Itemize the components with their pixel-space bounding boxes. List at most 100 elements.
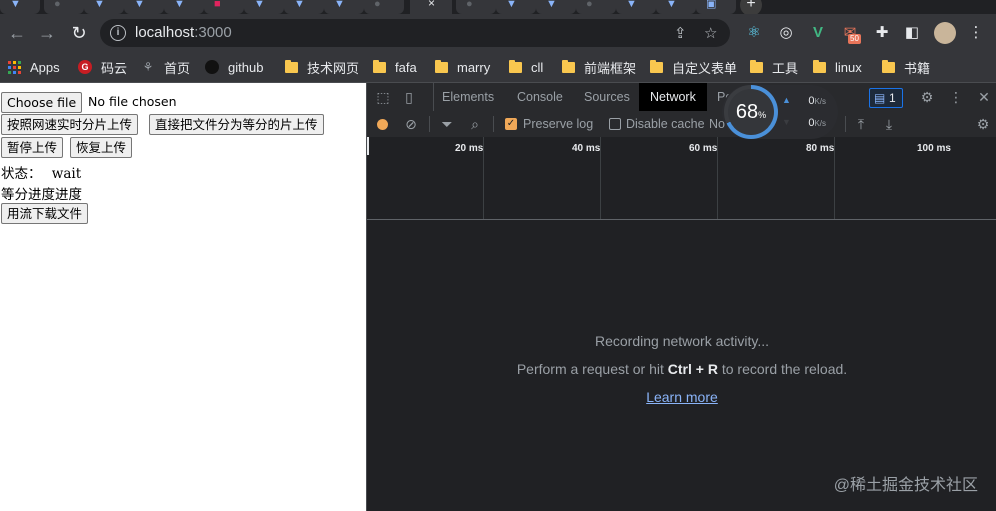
bookmark-star-icon[interactable]: ☆	[704, 24, 717, 42]
forward-arrow-icon[interactable]: →	[34, 20, 60, 46]
network-settings-gear-icon[interactable]: ⚙	[975, 116, 991, 132]
choose-file-button[interactable]: Choose file	[1, 92, 83, 113]
url-text[interactable]: localhost:3000	[135, 24, 232, 41]
close-devtools-icon[interactable]: ✕	[976, 89, 992, 105]
more-options-icon[interactable]: ⋮	[948, 89, 964, 105]
url-port: :3000	[194, 24, 232, 41]
timeline-cursor	[367, 137, 369, 155]
bookmark-folder[interactable]: 书籍	[882, 58, 930, 76]
network-timeline-overview: 20 ms 40 ms 60 ms 80 ms 100 ms	[367, 137, 996, 220]
browser-tab[interactable]: ▼	[84, 0, 124, 14]
bookmark-home[interactable]: ⚘ 首页	[141, 58, 190, 76]
browser-tab[interactable]: ●	[44, 0, 84, 14]
tab-elements[interactable]: Elements	[433, 83, 502, 111]
pause-upload-button[interactable]: 暂停上传	[1, 137, 64, 158]
record-icon[interactable]	[377, 119, 388, 130]
address-bar[interactable]: i localhost:3000 ⇪ ☆	[100, 19, 730, 47]
browser-tab[interactable]: ▼	[124, 0, 164, 14]
download-arrow-icon: ▼	[782, 117, 791, 127]
reload-icon[interactable]: ↻	[66, 20, 92, 46]
browser-tab[interactable]: ▼	[616, 0, 656, 14]
inspect-element-icon[interactable]: ⬚	[375, 89, 391, 105]
search-icon[interactable]: ⌕	[467, 116, 483, 132]
bookmark-apps[interactable]: Apps	[8, 58, 60, 76]
clear-icon[interactable]: ⊘	[403, 116, 419, 132]
browser-tab[interactable]: ■	[204, 0, 244, 14]
import-har-icon[interactable]: ⤒	[853, 116, 869, 132]
browser-tab[interactable]: ▼	[164, 0, 204, 14]
bookmark-folder[interactable]: fafa	[373, 58, 417, 76]
issues-badge[interactable]: ▤ 1	[869, 88, 903, 108]
vue-icon: ▼	[294, 0, 305, 10]
export-har-icon[interactable]: ⤓	[881, 116, 897, 132]
preserve-log-checkbox[interactable]: ✓	[505, 118, 517, 130]
bookmark-folder[interactable]: 自定义表单	[650, 58, 737, 76]
extensions-puzzle-icon[interactable]: ✚	[872, 23, 892, 43]
issues-count: 1	[889, 91, 896, 105]
browser-tab[interactable]: ▼	[0, 0, 40, 14]
tab-network[interactable]: Network	[639, 83, 707, 111]
new-tab-button[interactable]: +	[740, 0, 762, 14]
settings-gear-icon[interactable]: ⚙	[919, 89, 935, 105]
browser-menu-icon[interactable]: ⋮	[966, 23, 986, 43]
vue-icon: ▼	[546, 0, 557, 10]
tab-favicon-icon: ●	[586, 0, 593, 10]
vue-icon: ▼	[10, 0, 21, 10]
browser-tab[interactable]: ▼	[496, 0, 536, 14]
mail-extension-icon[interactable]: ✉ 50	[840, 23, 861, 44]
browser-tab[interactable]: ●	[456, 0, 496, 14]
gitee-icon: G	[78, 60, 92, 74]
network-speed-widget[interactable]: 68% ▲ 0K/s ▼ 0K/s	[722, 85, 838, 139]
browser-tab[interactable]: ▣	[696, 0, 736, 14]
disable-cache-checkbox[interactable]	[609, 118, 621, 130]
folder-icon	[750, 59, 763, 73]
upload-equal-chunks-button[interactable]: 直接把文件分为等分的片上传	[149, 114, 324, 135]
learn-more-link[interactable]: Learn more	[646, 389, 718, 405]
filter-funnel-icon[interactable]: ⏷	[439, 116, 455, 132]
reload-hint-suffix: to record the reload.	[717, 361, 848, 377]
bookmark-folder[interactable]: 技术网页	[285, 58, 359, 76]
profile-avatar[interactable]	[934, 22, 956, 44]
browser-tab[interactable]: ▼	[324, 0, 364, 14]
close-tab-icon[interactable]: ×	[428, 0, 435, 10]
device-toolbar-icon[interactable]: ▯	[401, 89, 417, 105]
upload-by-network-speed-button[interactable]: 按照网速实时分片上传	[1, 114, 139, 135]
tab-sources[interactable]: Sources	[576, 83, 638, 111]
browser-toolbar: ← → ↻ i localhost:3000 ⇪ ☆ ⚛ ◎ V ✉ 50 ✚ …	[0, 14, 996, 52]
extension-circle-icon[interactable]: ◎	[776, 23, 796, 43]
bookmark-folder[interactable]: 工具	[750, 58, 798, 76]
browser-tab[interactable]: ●	[576, 0, 616, 14]
share-icon[interactable]: ⇪	[674, 24, 687, 42]
back-arrow-icon[interactable]: ←	[4, 20, 30, 46]
browser-tab[interactable]: ▼	[284, 0, 324, 14]
bookmark-label: Apps	[30, 59, 60, 75]
resume-upload-button[interactable]: 恢复上传	[70, 137, 133, 158]
bookmark-github[interactable]: github	[205, 58, 263, 76]
browser-tab[interactable]: ▼	[244, 0, 284, 14]
browser-tab-active[interactable]: ×	[410, 0, 452, 14]
tab-console[interactable]: Console	[509, 83, 571, 111]
react-devtools-icon[interactable]: ⚛	[744, 23, 764, 43]
bookmark-label: 前端框架	[584, 60, 637, 76]
bookmark-folder[interactable]: cll	[509, 58, 543, 76]
side-panel-icon[interactable]: ◧	[902, 23, 922, 43]
site-info-icon[interactable]: i	[110, 25, 126, 41]
browser-tab[interactable]: ▼	[536, 0, 576, 14]
browser-tab[interactable]: ▼	[656, 0, 696, 14]
tab-favicon-icon: ●	[54, 0, 61, 10]
toolbar-divider	[845, 116, 846, 132]
upload-arrow-icon: ▲	[782, 95, 791, 105]
bookmark-folder[interactable]: 前端框架	[562, 58, 636, 76]
status-label: 状态：	[1, 166, 42, 182]
bookmark-folder[interactable]: linux	[813, 58, 862, 76]
vue-icon: ▼	[254, 0, 265, 10]
vue-icon: ▼	[174, 0, 185, 10]
browser-tab[interactable]: ●	[364, 0, 404, 14]
tab-favicon-icon: ●	[374, 0, 381, 10]
status-value: wait	[51, 166, 82, 182]
bookmark-label: cll	[531, 59, 544, 75]
bookmark-gitee[interactable]: G 码云	[78, 58, 127, 76]
stream-download-button[interactable]: 用流下载文件	[1, 203, 89, 224]
bookmark-folder[interactable]: marry	[435, 58, 490, 76]
vue-devtools-icon[interactable]: V	[808, 23, 828, 43]
